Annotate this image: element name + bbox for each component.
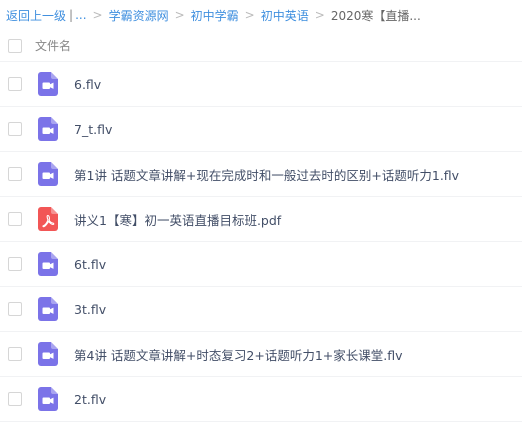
- back-link[interactable]: 返回上一级: [6, 7, 66, 24]
- file-checkbox[interactable]: [8, 257, 22, 271]
- file-row[interactable]: 7_t.flv: [0, 107, 522, 152]
- file-row[interactable]: 讲义1【寒】初一英语直播目标班.pdf: [0, 197, 522, 242]
- breadcrumb-separator: >: [314, 8, 325, 22]
- file-browser: 返回上一级 | ... > 学霸资源网 > 初中学霸 > 初中英语 > 2020…: [0, 0, 522, 425]
- file-name[interactable]: 6.flv: [74, 77, 101, 92]
- file-checkbox[interactable]: [8, 167, 22, 181]
- breadcrumb: 返回上一级 | ... > 学霸资源网 > 初中学霸 > 初中英语 > 2020…: [0, 0, 522, 30]
- file-checkbox[interactable]: [8, 302, 22, 316]
- file-name[interactable]: 7_t.flv: [74, 122, 112, 137]
- breadcrumb-item-xueba-resources[interactable]: 学霸资源网: [109, 7, 169, 24]
- breadcrumb-separator: >: [174, 8, 185, 22]
- breadcrumb-divider: |: [69, 8, 74, 22]
- pdf-icon[interactable]: [38, 207, 58, 231]
- video-icon[interactable]: [38, 387, 58, 411]
- breadcrumb-current-folder: 2020寒【直播...: [330, 8, 421, 23]
- video-icon[interactable]: [38, 342, 58, 366]
- file-row[interactable]: 第1讲 话题文章讲解+现在完成时和一般过去时的区别+话题听力1.flv: [0, 152, 522, 197]
- file-name[interactable]: 第4讲 话题文章讲解+时态复习2+话题听力1+家长课堂.flv: [74, 345, 403, 364]
- select-all-checkbox[interactable]: [8, 38, 22, 53]
- file-name[interactable]: 6t.flv: [74, 257, 106, 272]
- video-icon[interactable]: [38, 162, 58, 186]
- file-name[interactable]: 3t.flv: [74, 302, 106, 317]
- video-icon[interactable]: [38, 117, 58, 141]
- file-checkbox[interactable]: [8, 77, 22, 91]
- file-name[interactable]: 第1讲 话题文章讲解+现在完成时和一般过去时的区别+话题听力1.flv: [74, 165, 459, 184]
- file-checkbox[interactable]: [8, 212, 22, 226]
- video-icon[interactable]: [38, 252, 58, 276]
- breadcrumb-ellipsis[interactable]: ...: [75, 8, 86, 22]
- file-row[interactable]: 第4讲 话题文章讲解+时态复习2+话题听力1+家长课堂.flv: [0, 332, 522, 377]
- file-checkbox[interactable]: [8, 122, 22, 136]
- file-row[interactable]: 6t.flv: [0, 242, 522, 287]
- file-list: 6.flv 7_t.flv 第1讲 话题文章讲解+现在完成时和一般过去时的区别+话题…: [0, 62, 522, 422]
- breadcrumb-item-junior-english[interactable]: 初中英语: [261, 7, 309, 24]
- file-checkbox[interactable]: [8, 392, 22, 406]
- list-header: 文件名: [0, 30, 522, 62]
- file-name[interactable]: 讲义1【寒】初一英语直播目标班.pdf: [74, 210, 281, 229]
- video-icon[interactable]: [38, 297, 58, 321]
- file-row[interactable]: 3t.flv: [0, 287, 522, 332]
- file-row[interactable]: 6.flv: [0, 62, 522, 107]
- video-icon[interactable]: [38, 72, 58, 96]
- file-row[interactable]: 2t.flv: [0, 377, 522, 422]
- breadcrumb-item-junior-xueba[interactable]: 初中学霸: [191, 7, 239, 24]
- breadcrumb-separator: >: [92, 8, 103, 22]
- filename-column-header[interactable]: 文件名: [35, 37, 71, 54]
- file-checkbox[interactable]: [8, 347, 22, 361]
- file-name[interactable]: 2t.flv: [74, 392, 106, 407]
- breadcrumb-separator: >: [244, 8, 255, 22]
